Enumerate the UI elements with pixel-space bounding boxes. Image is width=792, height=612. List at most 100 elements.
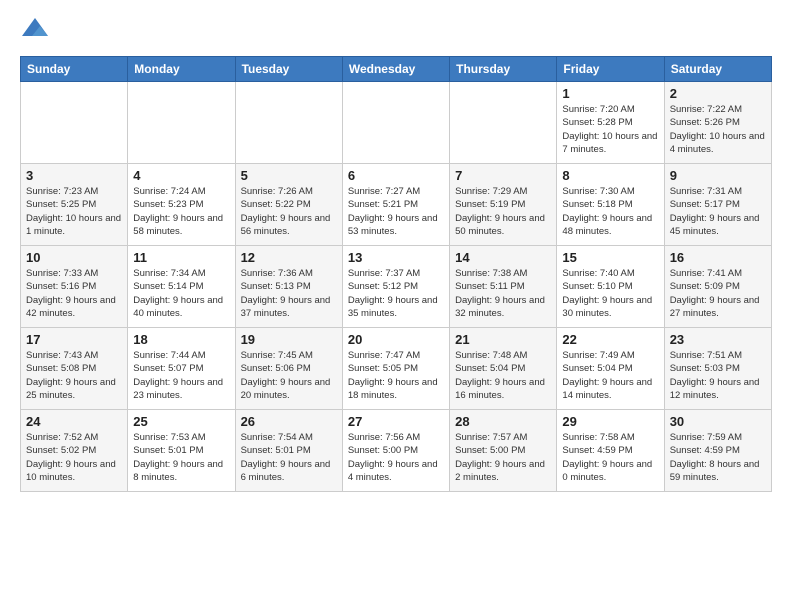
calendar-cell: 20 Sunrise: 7:47 AM Sunset: 5:05 PM Dayli… — [342, 328, 449, 410]
day-info: Sunrise: 7:56 AM Sunset: 5:00 PM Dayligh… — [348, 431, 444, 484]
day-number: 17 — [26, 332, 122, 347]
day-number: 2 — [670, 86, 766, 101]
calendar-week-4: 17 Sunrise: 7:43 AM Sunset: 5:08 PM Dayli… — [21, 328, 772, 410]
day-info: Sunrise: 7:53 AM Sunset: 5:01 PM Dayligh… — [133, 431, 229, 484]
day-number: 28 — [455, 414, 551, 429]
day-info: Sunrise: 7:48 AM Sunset: 5:04 PM Dayligh… — [455, 349, 551, 402]
weekday-header-tuesday: Tuesday — [235, 57, 342, 82]
day-info: Sunrise: 7:27 AM Sunset: 5:21 PM Dayligh… — [348, 185, 444, 238]
weekday-header-sunday: Sunday — [21, 57, 128, 82]
calendar-cell — [21, 82, 128, 164]
day-number: 18 — [133, 332, 229, 347]
day-number: 4 — [133, 168, 229, 183]
calendar-cell: 22 Sunrise: 7:49 AM Sunset: 5:04 PM Dayli… — [557, 328, 664, 410]
calendar-cell: 19 Sunrise: 7:45 AM Sunset: 5:06 PM Dayli… — [235, 328, 342, 410]
calendar-cell — [450, 82, 557, 164]
weekday-header-monday: Monday — [128, 57, 235, 82]
calendar-cell: 8Sunrise: 7:30 AM Sunset: 5:18 PM Daylig… — [557, 164, 664, 246]
calendar-cell: 21 Sunrise: 7:48 AM Sunset: 5:04 PM Dayli… — [450, 328, 557, 410]
day-number: 9 — [670, 168, 766, 183]
calendar-cell: 30Sunrise: 7:59 AM Sunset: 4:59 PM Dayli… — [664, 410, 771, 492]
weekday-header-row: SundayMondayTuesdayWednesdayThursdayFrid… — [21, 57, 772, 82]
day-info: Sunrise: 7:58 AM Sunset: 4:59 PM Dayligh… — [562, 431, 658, 484]
day-number: 22 — [562, 332, 658, 347]
calendar-cell: 10 Sunrise: 7:33 AM Sunset: 5:16 PM Dayli… — [21, 246, 128, 328]
calendar-cell: 29 Sunrise: 7:58 AM Sunset: 4:59 PM Dayli… — [557, 410, 664, 492]
day-info: Sunrise: 7:34 AM Sunset: 5:14 PM Dayligh… — [133, 267, 229, 320]
day-number: 19 — [241, 332, 337, 347]
calendar-cell: 26 Sunrise: 7:54 AM Sunset: 5:01 PM Dayli… — [235, 410, 342, 492]
calendar-cell: 2 Sunrise: 7:22 AM Sunset: 5:26 PM Daylig… — [664, 82, 771, 164]
day-info: Sunrise: 7:57 AM Sunset: 5:00 PM Dayligh… — [455, 431, 551, 484]
day-number: 11 — [133, 250, 229, 265]
calendar-cell: 23 Sunrise: 7:51 AM Sunset: 5:03 PM Dayli… — [664, 328, 771, 410]
day-info: Sunrise: 7:29 AM Sunset: 5:19 PM Dayligh… — [455, 185, 551, 238]
day-info: Sunrise: 7:40 AM Sunset: 5:10 PM Dayligh… — [562, 267, 658, 320]
calendar-cell — [235, 82, 342, 164]
day-info: Sunrise: 7:37 AM Sunset: 5:12 PM Dayligh… — [348, 267, 444, 320]
calendar-cell: 4 Sunrise: 7:24 AM Sunset: 5:23 PM Daylig… — [128, 164, 235, 246]
day-number: 8 — [562, 168, 658, 183]
day-info: Sunrise: 7:44 AM Sunset: 5:07 PM Dayligh… — [133, 349, 229, 402]
day-info: Sunrise: 7:38 AM Sunset: 5:11 PM Dayligh… — [455, 267, 551, 320]
day-info: Sunrise: 7:59 AM Sunset: 4:59 PM Dayligh… — [670, 431, 766, 484]
day-number: 13 — [348, 250, 444, 265]
weekday-header-saturday: Saturday — [664, 57, 771, 82]
day-number: 20 — [348, 332, 444, 347]
day-info: Sunrise: 7:36 AM Sunset: 5:13 PM Dayligh… — [241, 267, 337, 320]
day-number: 29 — [562, 414, 658, 429]
day-number: 25 — [133, 414, 229, 429]
day-info: Sunrise: 7:20 AM Sunset: 5:28 PM Dayligh… — [562, 103, 658, 156]
day-number: 27 — [348, 414, 444, 429]
day-info: Sunrise: 7:51 AM Sunset: 5:03 PM Dayligh… — [670, 349, 766, 402]
day-number: 26 — [241, 414, 337, 429]
calendar-cell: 6 Sunrise: 7:27 AM Sunset: 5:21 PM Daylig… — [342, 164, 449, 246]
day-info: Sunrise: 7:45 AM Sunset: 5:06 PM Dayligh… — [241, 349, 337, 402]
calendar-cell — [342, 82, 449, 164]
calendar-cell: 25 Sunrise: 7:53 AM Sunset: 5:01 PM Dayli… — [128, 410, 235, 492]
day-number: 21 — [455, 332, 551, 347]
calendar-cell: 11 Sunrise: 7:34 AM Sunset: 5:14 PM Dayli… — [128, 246, 235, 328]
page-header — [20, 16, 772, 46]
day-number: 1 — [562, 86, 658, 101]
calendar-cell: 9 Sunrise: 7:31 AM Sunset: 5:17 PM Daylig… — [664, 164, 771, 246]
day-number: 16 — [670, 250, 766, 265]
day-number: 5 — [241, 168, 337, 183]
calendar-cell: 1 Sunrise: 7:20 AM Sunset: 5:28 PM Daylig… — [557, 82, 664, 164]
calendar-cell: 16Sunrise: 7:41 AM Sunset: 5:09 PM Dayli… — [664, 246, 771, 328]
day-info: Sunrise: 7:52 AM Sunset: 5:02 PM Dayligh… — [26, 431, 122, 484]
logo-icon — [20, 16, 50, 46]
day-info: Sunrise: 7:26 AM Sunset: 5:22 PM Dayligh… — [241, 185, 337, 238]
calendar-cell: 28 Sunrise: 7:57 AM Sunset: 5:00 PM Dayli… — [450, 410, 557, 492]
calendar-cell: 24Sunrise: 7:52 AM Sunset: 5:02 PM Dayli… — [21, 410, 128, 492]
day-info: Sunrise: 7:49 AM Sunset: 5:04 PM Dayligh… — [562, 349, 658, 402]
day-info: Sunrise: 7:24 AM Sunset: 5:23 PM Dayligh… — [133, 185, 229, 238]
calendar-cell: 12 Sunrise: 7:36 AM Sunset: 5:13 PM Dayli… — [235, 246, 342, 328]
day-info: Sunrise: 7:23 AM Sunset: 5:25 PM Dayligh… — [26, 185, 122, 238]
day-number: 14 — [455, 250, 551, 265]
calendar-cell: 17 Sunrise: 7:43 AM Sunset: 5:08 PM Dayli… — [21, 328, 128, 410]
day-number: 12 — [241, 250, 337, 265]
calendar-week-1: 1 Sunrise: 7:20 AM Sunset: 5:28 PM Daylig… — [21, 82, 772, 164]
day-info: Sunrise: 7:31 AM Sunset: 5:17 PM Dayligh… — [670, 185, 766, 238]
day-number: 3 — [26, 168, 122, 183]
page-container: SundayMondayTuesdayWednesdayThursdayFrid… — [0, 0, 792, 502]
calendar-table: SundayMondayTuesdayWednesdayThursdayFrid… — [20, 56, 772, 492]
calendar-week-5: 24Sunrise: 7:52 AM Sunset: 5:02 PM Dayli… — [21, 410, 772, 492]
day-number: 10 — [26, 250, 122, 265]
calendar-cell: 7Sunrise: 7:29 AM Sunset: 5:19 PM Daylig… — [450, 164, 557, 246]
day-info: Sunrise: 7:43 AM Sunset: 5:08 PM Dayligh… — [26, 349, 122, 402]
day-info: Sunrise: 7:33 AM Sunset: 5:16 PM Dayligh… — [26, 267, 122, 320]
day-number: 6 — [348, 168, 444, 183]
weekday-header-wednesday: Wednesday — [342, 57, 449, 82]
weekday-header-thursday: Thursday — [450, 57, 557, 82]
calendar-cell: 5 Sunrise: 7:26 AM Sunset: 5:22 PM Daylig… — [235, 164, 342, 246]
calendar-cell: 14 Sunrise: 7:38 AM Sunset: 5:11 PM Dayli… — [450, 246, 557, 328]
day-info: Sunrise: 7:47 AM Sunset: 5:05 PM Dayligh… — [348, 349, 444, 402]
day-number: 23 — [670, 332, 766, 347]
calendar-cell: 27 Sunrise: 7:56 AM Sunset: 5:00 PM Dayli… — [342, 410, 449, 492]
day-info: Sunrise: 7:22 AM Sunset: 5:26 PM Dayligh… — [670, 103, 766, 156]
day-info: Sunrise: 7:54 AM Sunset: 5:01 PM Dayligh… — [241, 431, 337, 484]
calendar-week-3: 10 Sunrise: 7:33 AM Sunset: 5:16 PM Dayli… — [21, 246, 772, 328]
calendar-week-2: 3 Sunrise: 7:23 AM Sunset: 5:25 PM Daylig… — [21, 164, 772, 246]
